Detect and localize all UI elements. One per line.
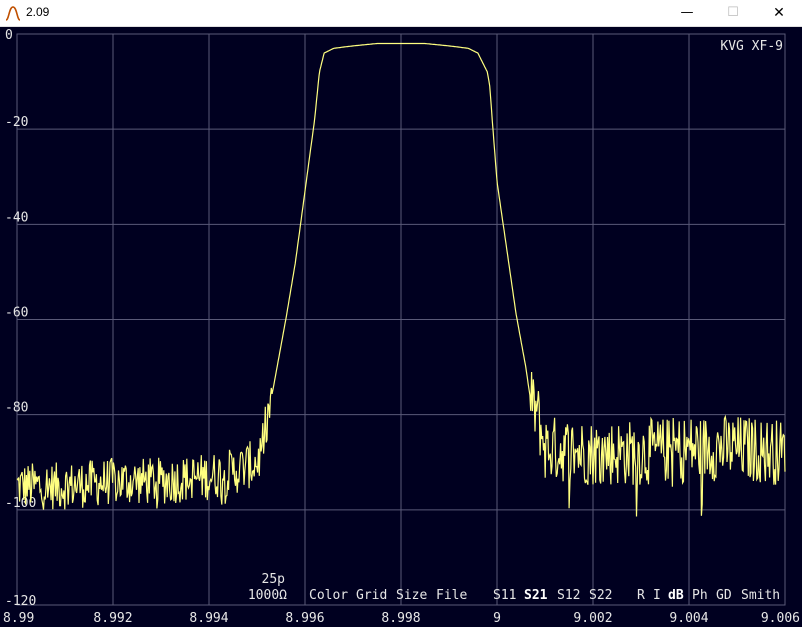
y-tick-label: -20: [5, 115, 28, 130]
menu-file[interactable]: File: [436, 588, 467, 603]
x-tick-label: 9: [493, 611, 501, 626]
sparam-s21[interactable]: S21: [524, 588, 548, 603]
menu-color[interactable]: Color: [309, 588, 348, 603]
menu-size[interactable]: Size: [396, 588, 427, 603]
x-tick-label: 9.004: [669, 611, 708, 626]
x-tick-label: 8.998: [381, 611, 420, 626]
window-title: 2.09: [26, 5, 50, 19]
s-parameter-plot: 8.99 8.992 8.994 8.996 8.998 9 9.002 9.004 9.006…: [0, 27, 802, 627]
view-db[interactable]: dB: [668, 588, 684, 603]
minimize-button[interactable]: —: [664, 0, 710, 26]
x-tick-label: 8.992: [93, 611, 132, 626]
x-tick-label: 8.996: [285, 611, 324, 626]
maximize-button[interactable]: ☐: [710, 0, 756, 26]
close-button[interactable]: ✕: [756, 0, 802, 26]
y-tick-label: -40: [5, 210, 28, 225]
x-tick-label: 9.006: [761, 611, 800, 626]
title-bar[interactable]: 2.09 — ☐ ✕: [0, 0, 802, 27]
sparam-s11[interactable]: S11: [493, 588, 516, 603]
view-ph[interactable]: Ph: [692, 588, 708, 603]
menu-grid[interactable]: Grid: [356, 588, 387, 603]
y-tick-label: -80: [5, 401, 28, 416]
sparam-s12[interactable]: S12: [557, 588, 580, 603]
y-tick-label: -60: [5, 306, 28, 321]
view-gd[interactable]: GD: [716, 588, 732, 603]
x-tick-label: 8.99: [3, 611, 34, 626]
view-r[interactable]: R: [637, 588, 645, 603]
sparam-s22[interactable]: S22: [589, 588, 612, 603]
x-tick-label: 9.002: [573, 611, 612, 626]
y-tick-label: 0: [5, 28, 13, 43]
x-tick-label: 8.994: [189, 611, 228, 626]
application-window: 2.09 — ☐ ✕ 8.99 8.992 8.994 8.996 8.998 9 9.00…: [0, 0, 802, 627]
view-i[interactable]: I: [653, 588, 661, 603]
impedance-label[interactable]: 1000Ω: [248, 588, 287, 603]
filter-response-icon: [5, 6, 21, 21]
view-smith[interactable]: Smith: [741, 588, 780, 603]
capacitance-label[interactable]: 25p: [262, 572, 286, 587]
device-label: KVG XF-9: [720, 39, 783, 54]
y-tick-label: -120: [5, 594, 36, 609]
